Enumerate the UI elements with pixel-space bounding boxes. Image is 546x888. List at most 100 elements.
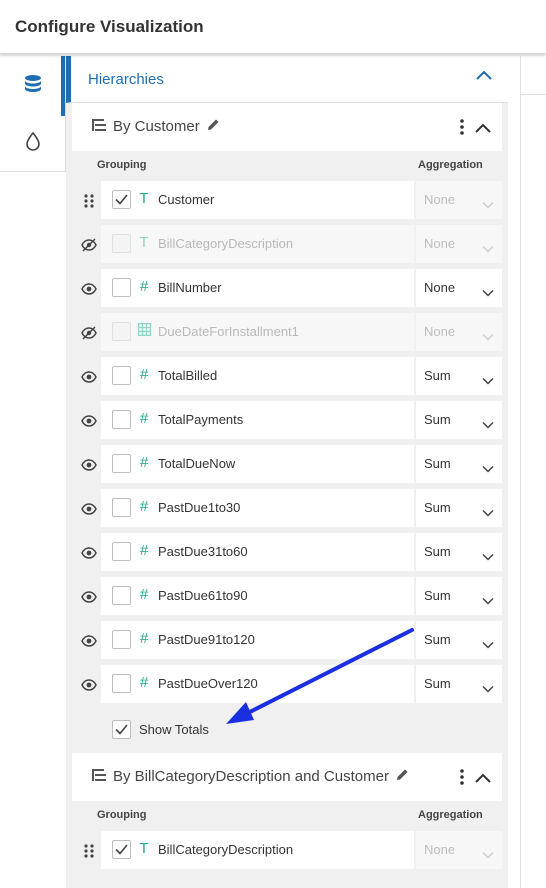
field-checkbox[interactable] (112, 454, 131, 473)
hierarchy-section-by-customer: By Customer Grouping Aggregation T Custom… (72, 103, 502, 753)
aggregation-select[interactable]: Sum (416, 401, 502, 439)
eye-off-icon[interactable] (80, 236, 98, 254)
hierarchy-icon (92, 768, 106, 785)
chevron-down-icon (482, 680, 494, 698)
aggregation-value: Sum (424, 368, 451, 383)
section-title: By Customer (113, 118, 200, 135)
drag-handle-icon[interactable] (80, 842, 98, 860)
field-checkbox[interactable] (112, 840, 131, 859)
field-checkbox[interactable] (112, 542, 131, 561)
show-totals-label: Show Totals (139, 722, 209, 737)
field-checkbox[interactable] (112, 674, 131, 693)
more-vertical-icon[interactable] (460, 119, 464, 140)
aggregation-select: None (416, 831, 502, 869)
field-row: # TotalPayments Sum (72, 399, 502, 443)
aggregation-select[interactable]: Sum (416, 357, 502, 395)
field-checkbox[interactable] (112, 498, 131, 517)
chevron-down-icon (482, 196, 494, 214)
eye-icon[interactable] (80, 368, 98, 386)
field-label: BillNumber (158, 280, 222, 295)
field-label: BillCategoryDescription (158, 842, 294, 857)
field-label: TotalBilled (158, 368, 218, 383)
field-cell: # TotalBilled (101, 357, 414, 395)
more-vertical-icon[interactable] (460, 769, 464, 790)
aggregation-header: Aggregation (418, 159, 483, 171)
field-row: # PastDue61to90 Sum (72, 575, 502, 619)
field-row: T BillCategoryDescription None (72, 223, 502, 267)
text-type-icon: T (139, 234, 149, 251)
tab-style[interactable] (0, 116, 66, 172)
eye-icon[interactable] (80, 280, 98, 298)
eye-icon[interactable] (80, 632, 98, 650)
field-checkbox[interactable] (112, 410, 131, 429)
eye-icon[interactable] (80, 588, 98, 606)
droplet-icon (25, 131, 41, 156)
hierarchies-title: Hierarchies (88, 71, 164, 88)
chevron-up-icon[interactable] (474, 771, 492, 789)
show-totals-row: Show Totals (72, 709, 502, 751)
aggregation-value: Sum (424, 676, 451, 691)
eye-off-icon[interactable] (80, 324, 98, 342)
field-cell: # PastDue91to120 (101, 621, 414, 659)
aggregation-value: Sum (424, 588, 451, 603)
chevron-up-icon[interactable] (474, 68, 494, 87)
chevron-down-icon (482, 372, 494, 390)
aggregation-select[interactable]: Sum (416, 621, 502, 659)
field-checkbox[interactable] (112, 190, 131, 209)
aggregation-select[interactable]: Sum (416, 533, 502, 571)
chevron-up-icon[interactable] (474, 121, 492, 139)
field-row: T BillCategoryDescription None (72, 829, 502, 873)
eye-icon[interactable] (80, 500, 98, 518)
pencil-icon[interactable] (396, 768, 409, 785)
chevron-down-icon (482, 592, 494, 610)
aggregation-value: Sum (424, 544, 451, 559)
eye-icon[interactable] (80, 456, 98, 474)
field-checkbox[interactable] (112, 366, 131, 385)
column-headers: Grouping Aggregation (72, 801, 502, 829)
field-cell: # PastDueOver120 (101, 665, 414, 703)
section-title: By BillCategoryDescription and Customer (113, 768, 389, 785)
text-type-icon: T (139, 190, 149, 207)
field-checkbox[interactable] (112, 586, 131, 605)
field-checkbox[interactable] (112, 630, 131, 649)
eye-icon[interactable] (80, 676, 98, 694)
eye-icon[interactable] (80, 544, 98, 562)
number-type-icon: # (139, 454, 149, 471)
number-type-icon: # (139, 278, 149, 295)
field-label: BillCategoryDescription (158, 236, 294, 251)
aggregation-select[interactable]: Sum (416, 577, 502, 615)
aggregation-select[interactable]: None (416, 269, 502, 307)
number-type-icon: # (139, 542, 149, 559)
grouping-header: Grouping (97, 809, 147, 821)
field-checkbox (112, 322, 131, 341)
show-totals-checkbox[interactable] (112, 720, 131, 739)
aggregation-select[interactable]: Sum (416, 665, 502, 703)
pencil-icon[interactable] (207, 118, 220, 135)
field-label: PastDue1to30 (158, 500, 241, 515)
dialog-header: Configure Visualization (0, 0, 546, 54)
drag-handle-icon[interactable] (80, 192, 98, 210)
aggregation-select[interactable]: Sum (416, 445, 502, 483)
tab-data[interactable] (0, 56, 66, 116)
field-row: DueDateForInstallment1 None (72, 311, 502, 355)
chevron-down-icon (482, 240, 494, 258)
field-row: # PastDue1to30 Sum (72, 487, 502, 531)
field-row: # PastDue31to60 Sum (72, 531, 502, 575)
aggregation-select: None (416, 181, 502, 219)
field-label: Customer (158, 192, 215, 207)
eye-icon[interactable] (80, 412, 98, 430)
database-icon (22, 73, 44, 100)
hierarchy-section-by-billcategory-customer: By BillCategoryDescription and Customer … (72, 753, 502, 888)
hierarchy-icon (92, 118, 106, 135)
calendar-icon (137, 323, 151, 340)
preview-edge (508, 56, 546, 888)
field-label: PastDueOver120 (158, 676, 258, 691)
aggregation-select[interactable]: Sum (416, 489, 502, 527)
field-label: TotalDueNow (158, 456, 236, 471)
field-checkbox[interactable] (112, 278, 131, 297)
number-type-icon: # (139, 498, 149, 515)
hierarchies-header[interactable]: Hierarchies (66, 56, 508, 103)
aggregation-value: None (424, 236, 456, 251)
field-cell: T BillCategoryDescription (101, 225, 414, 263)
aggregation-value: Sum (424, 500, 451, 515)
